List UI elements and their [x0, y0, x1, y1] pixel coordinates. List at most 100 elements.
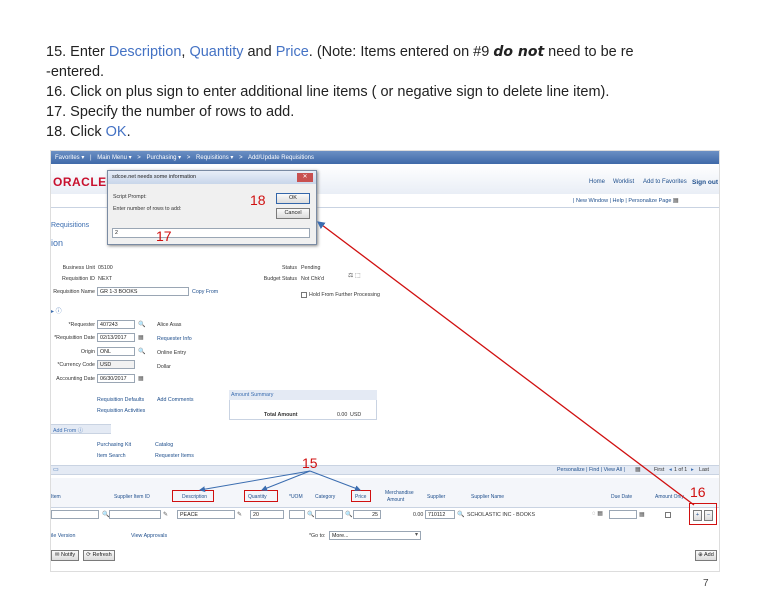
- worklist-link[interactable]: Worklist: [613, 179, 634, 185]
- breadcrumb[interactable]: Requisitions: [51, 222, 89, 229]
- status-label: Status: [281, 265, 297, 271]
- uom-lookup-icon[interactable]: 🔍: [307, 511, 314, 518]
- category-input[interactable]: [315, 510, 343, 519]
- go-to-select[interactable]: More...: [329, 531, 421, 540]
- section-toggle-icon[interactable]: ▸ ⓘ: [51, 306, 62, 315]
- grid-last[interactable]: Last: [699, 467, 709, 473]
- requester-lookup-icon[interactable]: 🔍: [138, 321, 145, 328]
- grid-nav-links[interactable]: Personalize | Find | View All |: [557, 467, 625, 473]
- dialog-prompt-text: Enter number of rows to add:: [113, 206, 182, 212]
- col-uom[interactable]: *UOM: [289, 494, 303, 500]
- sign-out-link[interactable]: Sign out: [692, 179, 718, 186]
- dialog-cancel-button[interactable]: Cancel: [276, 208, 310, 219]
- nav-purchasing[interactable]: Purchasing ▾: [146, 155, 181, 161]
- currency-desc: Dollar: [157, 364, 171, 370]
- highlight-quantity: [244, 490, 278, 502]
- requisition-date-label: *Requisition Date: [54, 335, 95, 341]
- col-supplier-item[interactable]: Supplier Item ID: [114, 494, 150, 500]
- instructions: 15. Enter Description, Quantity and Pric…: [46, 42, 746, 142]
- category-lookup-icon[interactable]: 🔍: [345, 511, 352, 518]
- annotation-16: 16: [690, 484, 706, 500]
- col-supplier-name[interactable]: Supplier Name: [471, 494, 504, 500]
- rows-to-add-input[interactable]: 2: [112, 228, 310, 238]
- instruction-15: 15. Enter Description, Quantity and Pric…: [46, 44, 634, 60]
- requisition-name-input[interactable]: GR 1-3 BOOKS: [97, 287, 189, 296]
- grid-prev-icon[interactable]: ◂: [669, 467, 672, 473]
- catalog-link[interactable]: Catalog: [155, 442, 173, 448]
- description-input[interactable]: PEACE: [177, 510, 235, 519]
- dialog-ok-button[interactable]: OK: [276, 193, 310, 204]
- page-links[interactable]: | New Window | Help | Personalize Page |: [573, 198, 674, 204]
- edit-icon[interactable]: ✎: [163, 511, 168, 518]
- requisition-activities-link[interactable]: Requisition Activities: [97, 408, 145, 414]
- page-title: ion: [51, 238, 64, 248]
- requester-input[interactable]: 407243: [97, 320, 135, 329]
- requester-items-link[interactable]: Requester Items: [155, 453, 194, 459]
- supplier-input[interactable]: 710112: [425, 510, 455, 519]
- highlight-description: [172, 490, 214, 502]
- business-unit-value: 05100: [98, 265, 113, 271]
- col-amount-only[interactable]: Amount Only: [655, 494, 684, 500]
- grid-first[interactable]: First: [654, 467, 664, 473]
- nav-favorites[interactable]: Favorites ▾: [55, 155, 84, 161]
- annotation-18: 18: [250, 192, 266, 208]
- home-link[interactable]: Home: [589, 179, 605, 185]
- due-date-calendar-icon[interactable]: ▦: [639, 511, 645, 518]
- add-button[interactable]: ⊕ Add: [695, 550, 717, 561]
- refresh-button[interactable]: ⟳ Refresh: [83, 550, 115, 561]
- requisition-name-label: Requisition Name: [53, 289, 95, 295]
- amount-only-checkbox[interactable]: [665, 512, 671, 518]
- nav-requisitions[interactable]: Requisitions ▾: [196, 155, 233, 161]
- supplier-lookup-icon[interactable]: 🔍: [457, 511, 464, 518]
- add-to-favorites-link[interactable]: Add to Favorites: [643, 179, 687, 185]
- item-search-link[interactable]: Item Search: [97, 453, 126, 459]
- accounting-calendar-icon[interactable]: ▦: [138, 375, 144, 382]
- nav-main-menu[interactable]: Main Menu ▾: [97, 155, 131, 161]
- notify-button[interactable]: ✉ Notify: [51, 550, 79, 561]
- col-amount[interactable]: Amount: [387, 497, 404, 503]
- hold-checkbox[interactable]: [301, 292, 307, 298]
- item-input[interactable]: [51, 510, 99, 519]
- close-icon[interactable]: ✕: [297, 173, 313, 182]
- grid-icon[interactable]: ▦: [673, 197, 679, 204]
- requisition-defaults-link[interactable]: Requisition Defaults: [97, 397, 144, 403]
- grid-toolbar-icon[interactable]: ▭: [53, 466, 59, 473]
- origin-lookup-icon[interactable]: 🔍: [138, 348, 145, 355]
- col-merchandise[interactable]: Merchandise: [385, 490, 414, 496]
- purchasing-kit-link[interactable]: Purchasing Kit: [97, 442, 131, 448]
- grid-next-icon[interactable]: ▸: [691, 467, 694, 473]
- budget-check-icon[interactable]: ⚖ ⬚: [348, 272, 361, 279]
- comment-icon[interactable]: ◌ ▦: [592, 510, 603, 517]
- price-input[interactable]: 25: [353, 510, 381, 519]
- requisition-date-input[interactable]: 02/13/2017: [97, 333, 135, 342]
- origin-input[interactable]: ONL: [97, 347, 135, 356]
- requester-info-link[interactable]: Requester Info: [157, 336, 192, 342]
- chevron-down-icon[interactable]: ▾: [415, 531, 418, 538]
- instruction-17: 17. Specify the number of rows to add.: [46, 104, 295, 120]
- add-comments-link[interactable]: Add Comments: [157, 397, 194, 403]
- total-amount-value: 0.00: [337, 412, 348, 418]
- currency-input[interactable]: USD: [97, 360, 135, 369]
- supplier-item-input[interactable]: [109, 510, 161, 519]
- calendar-icon[interactable]: ▦: [138, 334, 144, 341]
- version-link[interactable]: ile Version: [51, 533, 75, 539]
- copy-from-link[interactable]: Copy From: [192, 289, 218, 295]
- col-category[interactable]: Category: [315, 494, 335, 500]
- accounting-date-label: Accounting Date: [56, 376, 95, 382]
- col-item[interactable]: Item: [51, 494, 61, 500]
- origin-label: Origin: [80, 349, 95, 355]
- total-amount-currency: USD: [350, 412, 362, 418]
- amount-summary-title: Amount Summary: [231, 392, 274, 398]
- due-date-input[interactable]: [609, 510, 637, 519]
- grid-export-icon[interactable]: ▦: [635, 466, 641, 473]
- script-prompt-dialog: sdcoe.net needs some information ✕ Scrip…: [107, 170, 317, 245]
- description-edit-icon[interactable]: ✎: [237, 511, 242, 518]
- col-due-date[interactable]: Due Date: [611, 494, 632, 500]
- nav-add-update-requisitions[interactable]: Add/Update Requisitions: [248, 155, 314, 161]
- quantity-input[interactable]: 20: [250, 510, 284, 519]
- col-supplier[interactable]: Supplier: [427, 494, 445, 500]
- accounting-date-input[interactable]: 06/30/2017: [97, 374, 135, 383]
- requisition-id-value: NEXT: [98, 276, 113, 282]
- uom-input[interactable]: [289, 510, 305, 519]
- view-approvals-link[interactable]: View Approvals: [131, 533, 167, 539]
